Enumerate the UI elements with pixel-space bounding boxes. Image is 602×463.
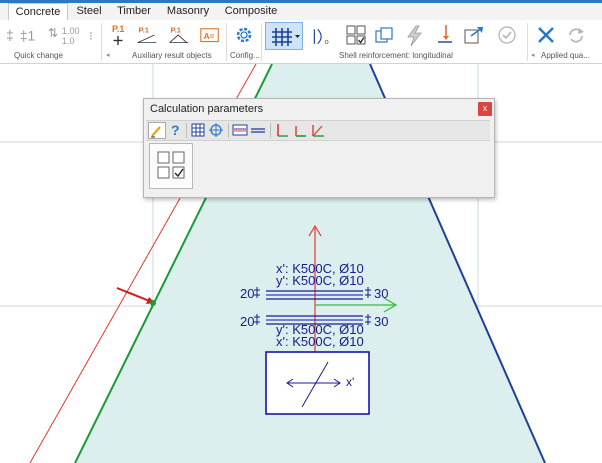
toolbar-separator (228, 123, 229, 138)
group-label-config: Config... (230, 51, 260, 60)
group-expand-icon[interactable]: ◂ (531, 51, 535, 59)
svg-text:‡1: ‡1 (20, 29, 35, 44)
rebar-layer-icon[interactable] (232, 122, 248, 138)
refresh-icon[interactable] (565, 24, 587, 48)
label-top-y-rebar: y': K500C, Ø10 (276, 273, 364, 288)
svg-text:P.1: P.1 (171, 25, 182, 34)
quick-change-values[interactable]: 1.00 1.0 (62, 26, 80, 46)
label-bottom-x-rebar: x': K500C, Ø10 (276, 334, 364, 349)
p1-section-icon[interactable]: P.1 (168, 23, 194, 47)
reinforcement-grid-dropdown[interactable] (265, 22, 303, 50)
axis-green-icon[interactable] (292, 122, 308, 138)
check-circle-icon[interactable] (496, 24, 518, 48)
help-icon[interactable]: ? (168, 122, 184, 138)
group-label-shell-reinforcement: Shell reinforcement: longitudinal (339, 51, 453, 60)
quick-change-top-value: 1.00 (62, 26, 80, 36)
ribbon-separator (261, 23, 262, 61)
svg-text:A=: A= (204, 32, 215, 41)
export-icon[interactable] (462, 24, 484, 48)
p1-text-1: P.1 (112, 24, 124, 34)
tab-steel[interactable]: Steel (70, 3, 108, 20)
dialog-toolbar: ? (146, 120, 490, 141)
toolbar-separator (270, 123, 271, 138)
group-expand-icon[interactable]: ◂ (106, 51, 110, 59)
toolbar-separator (186, 123, 187, 138)
insert-value-icon[interactable] (434, 23, 456, 47)
svg-text:?: ? (171, 122, 180, 138)
label-cover-left-bottom: 20 (240, 314, 255, 329)
tab-masonry[interactable]: Masonry (162, 3, 214, 20)
label-local-axis: x' (346, 375, 355, 389)
ribbon-separator (527, 23, 528, 61)
group-label-quick-change: Quick change (14, 51, 63, 60)
p1-line-icon[interactable]: P.1 (136, 23, 162, 47)
quick-change-prev-icon[interactable]: ‡ (0, 24, 14, 48)
svg-text:o: o (325, 37, 329, 46)
axis-diagonal-icon[interactable] (310, 122, 326, 138)
label-cover-right-bottom: 30 (374, 314, 389, 329)
rebar-layer-alt-icon[interactable] (250, 122, 266, 138)
checkbox-grid-icon (157, 151, 185, 179)
gear-icon[interactable] (233, 24, 255, 48)
close-button[interactable]: x (478, 102, 492, 116)
svg-text:‡: ‡ (6, 27, 14, 43)
group-label-auxiliary: Auxiliary result objects (132, 51, 212, 60)
ribbon-tab-bar: Concrete Steel Timber Masonry Composite (0, 0, 602, 22)
grid-icon[interactable] (190, 122, 206, 138)
axis-red-icon[interactable] (274, 122, 290, 138)
a-equals-icon[interactable]: A= (199, 25, 223, 49)
reinforcement-direction-icon[interactable]: o (311, 25, 337, 49)
calculation-parameters-dialog[interactable]: Calculation parameters x ? (143, 98, 495, 198)
tab-timber[interactable]: Timber (113, 3, 155, 20)
quick-change-mini-icon[interactable]: ⁝ (84, 26, 98, 50)
svg-text:P.1: P.1 (139, 25, 150, 34)
svg-text:⁝: ⁝ (89, 29, 93, 43)
checkbox-grid-icon[interactable] (345, 24, 367, 48)
group-label-applied: Applied qua... (541, 51, 590, 60)
ribbon-separator (101, 23, 102, 61)
checkbox-grid-option-button[interactable] (149, 143, 193, 189)
lightning-icon[interactable] (404, 24, 426, 48)
p1-point-icon[interactable]: P.1 (110, 23, 132, 47)
label-cover-right-top: 30 (374, 286, 389, 301)
pencil-icon[interactable] (148, 122, 166, 139)
quick-change-one-icon[interactable]: ‡1 (18, 24, 42, 48)
selected-point (150, 300, 156, 306)
ribbon-separator (226, 23, 227, 61)
target-icon[interactable] (208, 122, 224, 138)
copy-layers-icon[interactable] (373, 25, 395, 49)
quick-change-bottom-value: 1.0 (62, 36, 75, 46)
dialog-title: Calculation parameters (150, 103, 264, 115)
quick-change-arrows-icon[interactable]: ⇅ (48, 26, 58, 40)
ribbon: ‡ ‡1 1.00 1.0 ⇅ ⁝ Quick change P.1 P.1 P… (0, 20, 602, 64)
cross-icon[interactable] (535, 24, 557, 48)
label-cover-left-top: 20 (240, 286, 255, 301)
tab-composite[interactable]: Composite (221, 3, 281, 20)
